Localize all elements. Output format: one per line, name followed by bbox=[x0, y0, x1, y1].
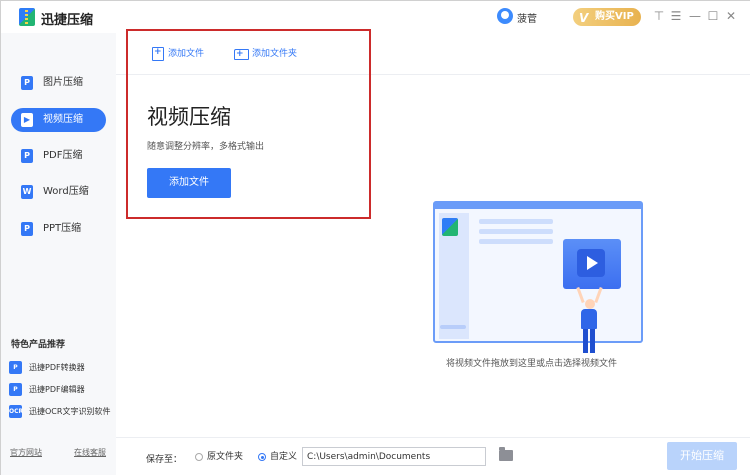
buy-vip-label: 购买VIP bbox=[595, 11, 634, 22]
illustration-app-icon bbox=[442, 218, 458, 236]
vip-icon: V bbox=[579, 11, 589, 25]
app-window: 迅捷压缩 菠菅 V 购买VIP ⊤ ☰ — ☐ ✕ P 图片压缩 ▶ 视频压缩 … bbox=[0, 0, 750, 475]
product-label: 迅捷OCR文字识别软件 bbox=[29, 407, 111, 416]
product-pdf-editor[interactable]: P 迅捷PDF编辑器 bbox=[9, 383, 85, 397]
featured-products-title: 特色产品推荐 bbox=[11, 340, 66, 350]
sidebar-item-video-compress[interactable]: ▶ 视频压缩 bbox=[11, 108, 106, 132]
drop-hint-text[interactable]: 将视频文件拖放到这里或点击选择视频文件 bbox=[446, 356, 617, 369]
radio-label: 自定义 bbox=[270, 452, 298, 462]
sidebar-item-label: 图片压缩 bbox=[43, 77, 83, 88]
start-compress-button[interactable]: 开始压缩 bbox=[667, 442, 737, 470]
play-icon bbox=[577, 249, 605, 277]
drop-zone-illustration[interactable] bbox=[433, 201, 645, 353]
illustration-window bbox=[433, 201, 643, 343]
illustration-line bbox=[479, 229, 553, 234]
output-path-input[interactable] bbox=[302, 447, 486, 466]
product-pdf-converter[interactable]: P 迅捷PDF转换器 bbox=[9, 361, 85, 375]
illustration-line bbox=[479, 239, 553, 244]
illustration-video-card bbox=[563, 239, 621, 289]
radio-label: 原文件夹 bbox=[207, 452, 244, 462]
word-file-icon: W bbox=[21, 185, 33, 199]
bottom-bar: 保存至： 原文件夹 自定义 开始压缩 bbox=[116, 437, 750, 475]
product-ocr[interactable]: OCR 迅捷OCR文字识别软件 bbox=[9, 405, 110, 419]
image-file-icon: P bbox=[21, 76, 33, 90]
illustration-topbar bbox=[435, 203, 641, 209]
radio-dot bbox=[258, 453, 266, 461]
app-logo-icon bbox=[19, 8, 35, 26]
ppt-file-icon: P bbox=[21, 222, 33, 236]
title-bar: 迅捷压缩 菠菅 V 购买VIP ⊤ ☰ — ☐ ✕ bbox=[1, 1, 750, 33]
sidebar-item-label: Word压缩 bbox=[43, 186, 89, 197]
illustration-person-legs bbox=[583, 329, 595, 353]
user-name[interactable]: 菠菅 bbox=[517, 10, 537, 25]
online-support-link[interactable]: 在线客服 bbox=[74, 447, 106, 458]
pdf-converter-icon: P bbox=[9, 361, 22, 374]
illustration-person-head bbox=[585, 299, 595, 309]
video-file-icon: ▶ bbox=[21, 113, 33, 127]
menu-icon[interactable]: ☰ bbox=[669, 8, 683, 24]
radio-dot bbox=[195, 453, 203, 461]
pdf-editor-icon: P bbox=[9, 383, 22, 396]
illustration-sidebar-bar bbox=[440, 325, 466, 329]
sidebar-item-image-compress[interactable]: P 图片压缩 bbox=[11, 71, 106, 95]
ocr-icon: OCR bbox=[9, 405, 23, 418]
buy-vip-button[interactable]: V 购买VIP bbox=[573, 8, 641, 26]
product-label: 迅捷PDF编辑器 bbox=[29, 385, 85, 394]
user-avatar[interactable] bbox=[497, 8, 513, 24]
illustration-line bbox=[479, 219, 553, 224]
skin-icon[interactable]: ⊤ bbox=[652, 8, 666, 24]
sidebar-item-label: 视频压缩 bbox=[43, 114, 83, 125]
radio-original-folder[interactable]: 原文件夹 bbox=[195, 452, 243, 463]
sidebar-item-label: PPT压缩 bbox=[43, 223, 82, 234]
sidebar-item-ppt-compress[interactable]: P PPT压缩 bbox=[11, 217, 106, 241]
illustration-person-body bbox=[581, 309, 597, 329]
sidebar-item-pdf-compress[interactable]: P PDF压缩 bbox=[11, 144, 106, 168]
maximize-icon[interactable]: ☐ bbox=[706, 8, 720, 24]
pdf-file-icon: P bbox=[21, 149, 33, 163]
minimize-icon[interactable]: — bbox=[688, 8, 702, 24]
sidebar-item-word-compress[interactable]: W Word压缩 bbox=[11, 180, 106, 204]
official-website-link[interactable]: 官方网站 bbox=[10, 447, 42, 458]
close-icon[interactable]: ✕ bbox=[724, 8, 738, 24]
highlight-box bbox=[126, 29, 371, 219]
sidebar-item-label: PDF压缩 bbox=[43, 150, 83, 161]
app-title: 迅捷压缩 bbox=[41, 13, 94, 28]
sidebar: P 图片压缩 ▶ 视频压缩 P PDF压缩 W Word压缩 P PPT压缩 特… bbox=[1, 33, 116, 475]
folder-icon[interactable] bbox=[499, 447, 513, 461]
radio-custom-folder[interactable]: 自定义 bbox=[258, 452, 297, 463]
save-to-label: 保存至： bbox=[146, 455, 183, 465]
product-label: 迅捷PDF转换器 bbox=[29, 363, 85, 372]
